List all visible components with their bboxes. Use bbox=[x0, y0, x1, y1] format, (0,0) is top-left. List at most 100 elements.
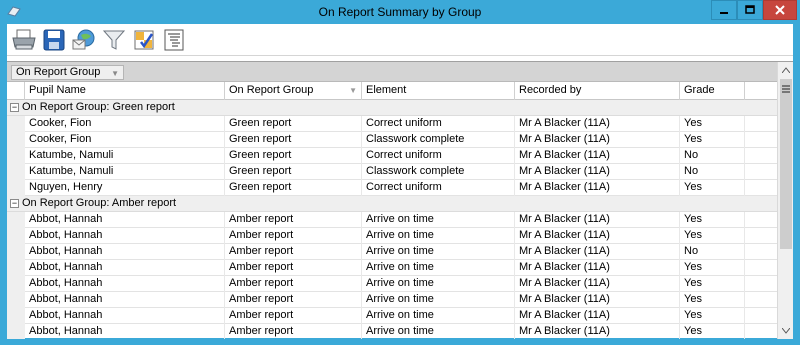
table-cell: Mr A Blacker (11A) bbox=[515, 244, 680, 260]
checklist-icon bbox=[134, 30, 154, 50]
email-globe-icon bbox=[72, 29, 95, 50]
maximize-button[interactable] bbox=[737, 0, 763, 20]
header-indent bbox=[7, 82, 25, 100]
scroll-down-button[interactable] bbox=[778, 323, 794, 339]
group-row[interactable]: − On Report Group: Amber report bbox=[7, 196, 777, 212]
grid-rows: − On Report Group: Green report Cooker, Fi… bbox=[7, 100, 777, 339]
row-indent bbox=[7, 244, 25, 260]
row-indent bbox=[7, 212, 25, 228]
table-cell: Mr A Blacker (11A) bbox=[515, 148, 680, 164]
table-row[interactable]: Nguyen, Henry Green report Correct uniform… bbox=[7, 180, 777, 196]
table-row[interactable]: Cooker, Fion Green report Classwork comple… bbox=[7, 132, 777, 148]
table-cell: Green report bbox=[225, 132, 362, 148]
column-header-on-report-group[interactable]: On Report Group ▼ bbox=[225, 82, 362, 100]
chevron-down-icon bbox=[782, 328, 790, 334]
table-cell: Yes bbox=[680, 116, 745, 132]
row-indent bbox=[7, 148, 25, 164]
save-button[interactable] bbox=[40, 27, 68, 53]
table-cell: Arrive on time bbox=[362, 228, 515, 244]
table-cell: Green report bbox=[225, 116, 362, 132]
table-cell: Yes bbox=[680, 308, 745, 324]
scroll-up-button[interactable] bbox=[778, 62, 794, 78]
close-button[interactable] bbox=[763, 0, 797, 20]
table-cell: Abbot, Hannah bbox=[25, 308, 225, 324]
column-header-label: On Report Group bbox=[229, 84, 314, 96]
table-row[interactable]: Katumbe, Namuli Green report Correct unifo… bbox=[7, 148, 777, 164]
column-header-pupil-name[interactable]: Pupil Name bbox=[25, 82, 225, 100]
chevron-down-icon: ▼ bbox=[111, 69, 119, 78]
table-cell: Arrive on time bbox=[362, 292, 515, 308]
table-cell: Mr A Blacker (11A) bbox=[515, 212, 680, 228]
filter-button[interactable] bbox=[100, 27, 128, 53]
table-cell: Arrive on time bbox=[362, 212, 515, 228]
group-by-chip-label: On Report Group bbox=[16, 66, 101, 78]
row-indent bbox=[7, 276, 25, 292]
table-cell: Yes bbox=[680, 260, 745, 276]
row-indent bbox=[7, 164, 25, 180]
column-chooser-icon[interactable] bbox=[781, 84, 791, 94]
table-cell: Abbot, Hannah bbox=[25, 228, 225, 244]
select-columns-button[interactable] bbox=[130, 27, 158, 53]
report-window: On Report Summary by Group On Report Gro… bbox=[0, 0, 800, 345]
table-cell: Mr A Blacker (11A) bbox=[515, 116, 680, 132]
vertical-scrollbar[interactable] bbox=[777, 62, 793, 339]
table-cell: Correct uniform bbox=[362, 180, 515, 196]
floppy-disk-icon bbox=[43, 29, 65, 51]
table-cell: Green report bbox=[225, 148, 362, 164]
row-indent bbox=[7, 228, 25, 244]
title-bar[interactable]: On Report Summary by Group bbox=[0, 0, 800, 24]
table-cell: No bbox=[680, 164, 745, 180]
table-cell: No bbox=[680, 148, 745, 164]
scroll-thumb[interactable] bbox=[780, 79, 792, 249]
table-cell: Katumbe, Namuli bbox=[25, 148, 225, 164]
table-row[interactable]: Abbot, Hannah Amber report Arrive on time M… bbox=[7, 292, 777, 308]
table-cell: Arrive on time bbox=[362, 324, 515, 339]
row-indent bbox=[7, 116, 25, 132]
table-cell: Amber report bbox=[225, 324, 362, 339]
table-row[interactable]: Abbot, Hannah Amber report Arrive on time M… bbox=[7, 228, 777, 244]
table-cell: Mr A Blacker (11A) bbox=[515, 132, 680, 148]
table-row[interactable]: Abbot, Hannah Amber report Arrive on time M… bbox=[7, 212, 777, 228]
table-cell: Abbot, Hannah bbox=[25, 260, 225, 276]
field-list-button[interactable] bbox=[160, 27, 188, 53]
print-button[interactable] bbox=[10, 27, 38, 53]
collapse-icon[interactable]: − bbox=[10, 199, 19, 208]
chevron-up-icon bbox=[782, 67, 790, 73]
column-header-element[interactable]: Element bbox=[362, 82, 515, 100]
table-cell: Abbot, Hannah bbox=[25, 212, 225, 228]
table-cell: Mr A Blacker (11A) bbox=[515, 164, 680, 180]
table-row[interactable]: Katumbe, Namuli Green report Classwork com… bbox=[7, 164, 777, 180]
toolbar bbox=[7, 24, 793, 56]
table-row[interactable]: Abbot, Hannah Amber report Arrive on time M… bbox=[7, 244, 777, 260]
table-row[interactable]: Cooker, Fion Green report Correct uniform M… bbox=[7, 116, 777, 132]
collapse-icon[interactable]: − bbox=[10, 103, 19, 112]
table-row[interactable]: Abbot, Hannah Amber report Arrive on time M… bbox=[7, 308, 777, 324]
row-indent bbox=[7, 260, 25, 276]
table-cell: Abbot, Hannah bbox=[25, 276, 225, 292]
table-cell: Mr A Blacker (11A) bbox=[515, 180, 680, 196]
group-by-chip[interactable]: On Report Group ▼ bbox=[11, 65, 124, 80]
window-title: On Report Summary by Group bbox=[318, 5, 482, 19]
table-cell: Cooker, Fion bbox=[25, 132, 225, 148]
group-row[interactable]: − On Report Group: Green report bbox=[7, 100, 777, 116]
table-cell: Mr A Blacker (11A) bbox=[515, 276, 680, 292]
table-row[interactable]: Abbot, Hannah Amber report Arrive on time M… bbox=[7, 260, 777, 276]
row-indent bbox=[7, 132, 25, 148]
client-area: On Report Group ▼ Pupil Name On Report G… bbox=[7, 24, 793, 339]
sort-descending-icon: ▼ bbox=[349, 86, 357, 95]
table-cell: Yes bbox=[680, 132, 745, 148]
table-cell: Yes bbox=[680, 276, 745, 292]
table-row[interactable]: Abbot, Hannah Amber report Arrive on time M… bbox=[7, 276, 777, 292]
table-row[interactable]: Abbot, Hannah Amber report Arrive on time M… bbox=[7, 324, 777, 339]
table-cell: Correct uniform bbox=[362, 116, 515, 132]
minimize-button[interactable] bbox=[711, 0, 737, 20]
column-header-grade[interactable]: Grade bbox=[680, 82, 745, 100]
table-cell: Katumbe, Namuli bbox=[25, 164, 225, 180]
column-header-recorded-by[interactable]: Recorded by bbox=[515, 82, 680, 100]
table-cell: Green report bbox=[225, 164, 362, 180]
table-cell: Amber report bbox=[225, 308, 362, 324]
close-icon bbox=[775, 5, 785, 15]
list-icon bbox=[164, 29, 184, 51]
email-button[interactable] bbox=[70, 27, 98, 53]
table-cell: Yes bbox=[680, 180, 745, 196]
